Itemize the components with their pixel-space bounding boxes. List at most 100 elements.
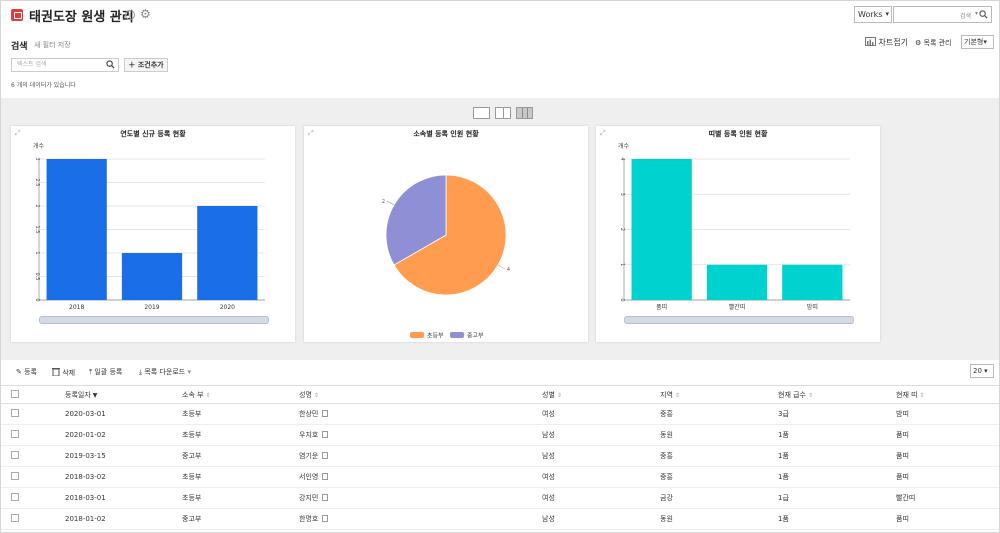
column-header[interactable]: 지역 ⇕ xyxy=(660,385,778,404)
row-checkbox[interactable] xyxy=(11,451,19,459)
slice-label-line xyxy=(497,264,506,270)
cell-value: 품띠 xyxy=(896,431,909,439)
sort-icon: ⇕ xyxy=(313,391,319,399)
row-select-cell xyxy=(1,403,65,425)
row-select-cell xyxy=(1,508,65,530)
table-cell: 한상민 xyxy=(299,403,542,425)
text-search-input[interactable]: 텍스트 검색 xyxy=(11,58,119,72)
view-select-value: 기본형 xyxy=(964,38,984,46)
bulk-register-button[interactable]: ⤒ 일괄 등록 xyxy=(89,367,122,377)
trash-icon xyxy=(52,368,60,377)
filter-title: 검색 xyxy=(11,42,28,52)
page-size-select[interactable]: 20 ▾ xyxy=(970,364,994,378)
cell-value: 2019-03-15 xyxy=(65,452,106,460)
open-record-icon[interactable] xyxy=(322,473,329,480)
cell-value[interactable]: 염기운 xyxy=(299,452,318,460)
open-record-icon[interactable] xyxy=(322,494,329,501)
x-tick-label: 2020 xyxy=(220,304,235,311)
row-checkbox[interactable] xyxy=(11,409,19,417)
select-all-checkbox[interactable] xyxy=(11,389,19,398)
row-checkbox[interactable] xyxy=(11,493,19,501)
column-header[interactable]: 등록일자 ▼ xyxy=(65,385,182,404)
download-button[interactable]: ⤓ 목록 다운로드 ▾ xyxy=(139,367,191,377)
save-filter-link[interactable]: 새 필터 저장 xyxy=(34,40,71,50)
open-record-icon[interactable] xyxy=(322,410,329,417)
table-cell: 강지민 xyxy=(299,487,542,509)
top-search-placeholder: 검색 xyxy=(959,13,971,20)
table-cell: 초등부 xyxy=(182,424,299,446)
open-record-icon[interactable] xyxy=(322,431,329,438)
chart-fold-button[interactable]: 차트접기 xyxy=(865,37,908,48)
table-cell: 2020-01-02 xyxy=(65,424,182,446)
table-cell: 동원 xyxy=(660,508,778,530)
layout-3col-button[interactable] xyxy=(516,107,533,119)
column-header[interactable]: 현재 띠 ⇕ xyxy=(896,385,999,404)
search-icon[interactable] xyxy=(979,10,988,19)
cell-value[interactable]: 한상민 xyxy=(299,410,318,418)
app-frame: 태권도장 원생 관리 i ⚙ Works ▾ 검색 ▾ 검색 새 필터 저장 차… xyxy=(0,0,1000,533)
table-cell: 2018-03-01 xyxy=(65,487,182,509)
table-row[interactable]: 2018-01-02 중고부 한명호 남성 동원 1품 품띠 xyxy=(1,508,999,530)
table-row[interactable]: 2019-03-15 중고부 염기운 남성 중흥 1품 품띠 xyxy=(1,445,999,467)
table-row[interactable]: 2018-03-01 초등부 강지민 여성 금강 1급 빨간띠 xyxy=(1,487,999,509)
sort-icon: ⇕ xyxy=(674,391,680,399)
cell-value: 여성 xyxy=(542,473,555,481)
table-cell: 여성 xyxy=(542,403,660,425)
table-cell: 초등부 xyxy=(182,487,299,509)
row-select-cell xyxy=(1,466,65,488)
chart-fold-label: 차트접기 xyxy=(878,38,908,47)
table-cell: 중고부 xyxy=(182,445,299,467)
column-header-label: 현재 급수 xyxy=(778,390,806,399)
table-cell: 빨간띠 xyxy=(896,487,999,509)
row-checkbox[interactable] xyxy=(11,472,19,480)
cell-value[interactable]: 우지호 xyxy=(299,431,318,439)
open-record-icon[interactable] xyxy=(322,515,329,522)
register-button[interactable]: ✎ 등록 xyxy=(16,367,37,377)
row-select-cell xyxy=(1,445,65,467)
cell-value[interactable]: 한명호 xyxy=(299,515,318,523)
view-select[interactable]: 기본형▾ xyxy=(961,35,994,49)
info-icon[interactable]: i xyxy=(125,10,135,20)
chart-scrollbar[interactable] xyxy=(624,316,854,324)
row-select-cell xyxy=(1,424,65,446)
column-header[interactable]: 소속 부 ⇕ xyxy=(182,385,299,404)
open-record-icon[interactable] xyxy=(322,452,329,459)
table-row[interactable]: 2020-03-01 초등부 한상민 여성 중흥 3급 밤띠 xyxy=(1,403,999,425)
table-cell: 남성 xyxy=(542,424,660,446)
list-manage-button[interactable]: ⚙ 목록 관리 xyxy=(915,38,952,48)
top-search-input[interactable]: 검색 ▾ xyxy=(893,6,992,23)
x-tick-label: 빨간띠 xyxy=(729,303,746,311)
chart-card-division: ⤢ 소속별 등록 인원 현황 4 2 초등부 중고부 xyxy=(304,126,588,342)
cell-value[interactable]: 서인영 xyxy=(299,473,318,481)
add-condition-button[interactable]: ＋ 조건추가 xyxy=(124,58,168,72)
delete-button[interactable]: 삭제 xyxy=(52,367,75,378)
table-toolbar: ✎ 등록 삭제 ⤒ 일괄 등록 ⤓ 목록 다운로드 ▾ xyxy=(1,362,999,384)
layout-1col-button[interactable] xyxy=(473,107,490,119)
search-icon[interactable] xyxy=(106,60,115,69)
table-cell: 2020-03-01 xyxy=(65,403,182,425)
table-cell: 남성 xyxy=(542,508,660,530)
cell-value[interactable]: 강지민 xyxy=(299,494,318,502)
table-row[interactable]: 2020-01-02 초등부 우지호 남성 동원 1품 품띠 xyxy=(1,424,999,446)
y-axis-label: 개수 xyxy=(618,142,630,150)
legend-label: 중고부 xyxy=(467,333,484,340)
column-header[interactable]: 성별 ⇕ xyxy=(542,385,660,404)
works-select[interactable]: Works ▾ xyxy=(854,6,892,23)
cell-value: 남성 xyxy=(542,452,555,460)
cell-value: 1급 xyxy=(778,494,789,502)
row-checkbox[interactable] xyxy=(11,514,19,522)
chevron-down-icon: ▾ xyxy=(983,38,987,46)
x-tick-label: 2019 xyxy=(144,304,159,311)
gear-icon[interactable]: ⚙ xyxy=(140,8,151,20)
cell-value: 동원 xyxy=(660,515,673,523)
table-row[interactable]: 2018-03-02 초등부 서인영 여성 중흥 1품 품띠 xyxy=(1,466,999,488)
column-header[interactable]: 현재 급수 ⇕ xyxy=(778,385,896,404)
bar xyxy=(706,264,768,300)
row-checkbox[interactable] xyxy=(11,430,19,438)
chevron-down-icon: ▾ xyxy=(885,10,889,18)
table-cell: 중흥 xyxy=(660,403,778,425)
x-tick-label: 2018 xyxy=(69,304,84,311)
chart-scrollbar[interactable] xyxy=(39,316,269,324)
column-header[interactable]: 성명 ⇕ xyxy=(299,385,542,404)
layout-2col-button[interactable] xyxy=(495,107,511,119)
